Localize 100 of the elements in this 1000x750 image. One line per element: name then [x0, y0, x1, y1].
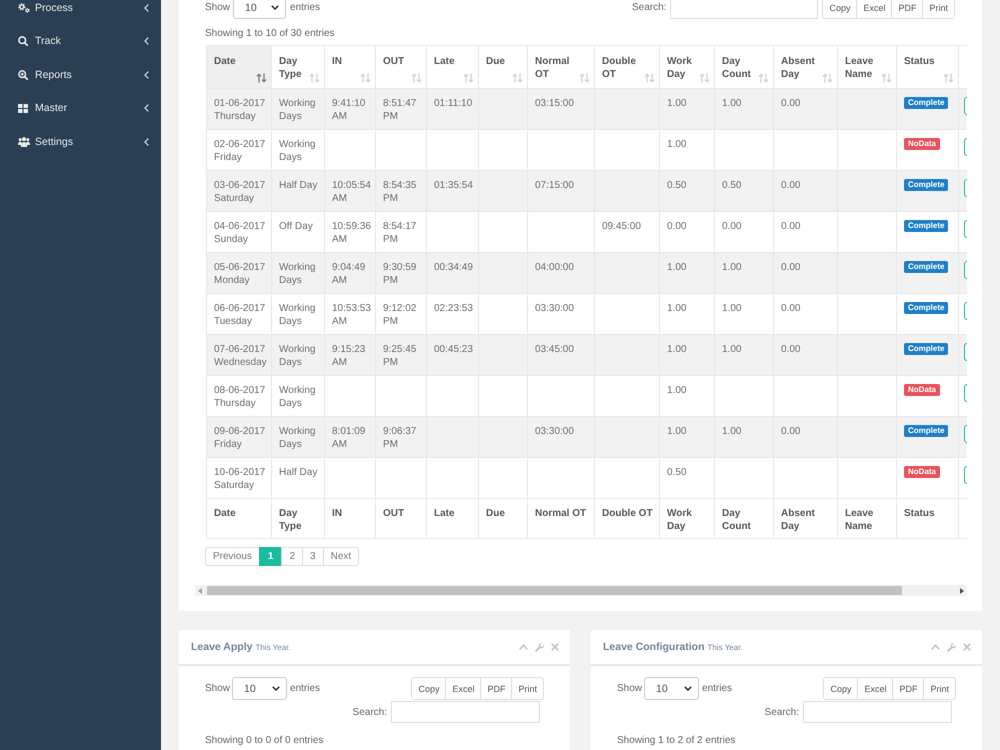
- sidebar-item[interactable]: Track: [0, 24, 161, 58]
- row-button[interactable]: [964, 138, 967, 156]
- sidebar-item[interactable]: Settings: [0, 125, 161, 158]
- table-cell: 9:41:10 AM: [324, 88, 376, 130]
- row-button[interactable]: [964, 97, 967, 115]
- row-button[interactable]: [964, 343, 967, 361]
- search-icon: [18, 36, 28, 46]
- panel-subtitle: This Year.: [255, 643, 291, 652]
- page-length-select[interactable]: 10: [232, 677, 288, 700]
- sort-icon: [758, 73, 769, 83]
- entries-label: entries: [702, 683, 732, 694]
- row-button[interactable]: [964, 179, 967, 197]
- chevron-up-icon[interactable]: [931, 644, 940, 650]
- sidebar-item[interactable]: Master: [0, 92, 161, 125]
- sort-icon: [699, 73, 710, 83]
- sidebar-item[interactable]: Process: [0, 0, 161, 24]
- table-cell: 0.00: [774, 170, 838, 212]
- column-header[interactable]: Date: [206, 46, 272, 88]
- sort-icon: [256, 73, 267, 83]
- table-cell: 9:15:23 AM: [324, 334, 376, 376]
- wrench-icon[interactable]: [535, 642, 544, 652]
- column-footer: IN: [324, 498, 376, 538]
- sort-icon: [644, 73, 655, 83]
- chevron-left-icon: [144, 70, 149, 79]
- table-cell: 9:04:49 AM: [324, 252, 376, 294]
- column-footer: Work Day: [660, 498, 714, 538]
- toolbar-button[interactable]: Excel: [445, 677, 482, 700]
- column-footer: Day Count: [714, 498, 774, 538]
- wrench-icon[interactable]: [947, 642, 956, 652]
- left-triangle-icon[interactable]: [198, 588, 202, 594]
- toolbar-button[interactable]: Print: [511, 677, 544, 700]
- toolbar-button[interactable]: Print: [923, 677, 956, 700]
- toolbar-button[interactable]: Excel: [857, 677, 894, 700]
- table-cell: 1.00: [660, 252, 714, 294]
- status-badge: NoData: [904, 138, 940, 150]
- column-footer: Date: [206, 498, 272, 538]
- next-button[interactable]: Next: [322, 547, 360, 566]
- table-cell: 1.00: [660, 334, 714, 376]
- right-triangle-icon[interactable]: [960, 588, 964, 594]
- search-field[interactable]: [803, 701, 952, 723]
- row-button[interactable]: [964, 384, 967, 402]
- sort-icon: [881, 73, 892, 83]
- toolbar-button[interactable]: PDF: [892, 677, 924, 700]
- status-badge: Complete: [904, 179, 948, 191]
- close-icon[interactable]: [963, 643, 971, 651]
- sort-icon: [463, 73, 474, 83]
- chevron-up-icon[interactable]: [519, 644, 528, 650]
- table-cell: 01:35:54: [426, 170, 478, 212]
- search-field[interactable]: [391, 701, 540, 723]
- row-button[interactable]: [964, 302, 967, 320]
- search-field[interactable]: [670, 0, 818, 19]
- sort-icon: [512, 73, 523, 83]
- page-length-select[interactable]: 10: [644, 677, 700, 700]
- chevron-left-icon: [144, 138, 149, 146]
- status-badge: Complete: [904, 261, 948, 273]
- column-footer: Late: [426, 498, 478, 538]
- row-button[interactable]: [964, 220, 967, 238]
- table-cell: 10-06-2017 Saturday: [206, 458, 272, 498]
- table-cell: 0.50: [660, 170, 714, 212]
- scrollbar-thumb[interactable]: [207, 586, 902, 595]
- table-cell: 0.00: [774, 416, 838, 458]
- page-button[interactable]: 2: [281, 547, 304, 566]
- table-cell: 9:30:59 PM: [376, 252, 426, 294]
- column-footer: Day Type: [272, 498, 324, 538]
- table-cell: 8:01:09 AM: [324, 416, 376, 458]
- table-cell: 1.00: [714, 416, 774, 458]
- table-cell: 1.00: [714, 88, 774, 130]
- toolbar-button[interactable]: Copy: [823, 677, 858, 700]
- page-length-select[interactable]: 10: [233, 0, 286, 19]
- previous-button[interactable]: Previous: [205, 547, 260, 566]
- table-cell: 0.50: [714, 170, 774, 212]
- row-button[interactable]: [964, 466, 967, 484]
- table-cell: 03:45:00: [528, 334, 594, 376]
- row-button[interactable]: [964, 425, 967, 443]
- sort-icon: [822, 73, 833, 83]
- close-icon[interactable]: [551, 643, 559, 651]
- horizontal-scrollbar[interactable]: [195, 585, 967, 596]
- table-cell: Working Days: [272, 416, 324, 458]
- caret-icon: [272, 686, 280, 691]
- table-cell: 1.00: [660, 416, 714, 458]
- table-cell: 9:25:45 PM: [376, 334, 426, 376]
- toolbar-button[interactable]: Copy: [411, 677, 446, 700]
- table-cell: Working Days: [272, 334, 324, 376]
- table-info: Showing 1 to 10 of 30 entries: [205, 27, 336, 41]
- panel-title: Leave Apply: [191, 641, 252, 653]
- table-cell: 0.50: [660, 458, 714, 498]
- caret-icon: [271, 5, 280, 10]
- toolbar-button[interactable]: PDF: [480, 677, 512, 700]
- table-info: Showing 0 to 0 of 0 entries: [205, 734, 324, 748]
- table-cell: Half Day: [272, 170, 324, 212]
- status-badge: Complete: [904, 343, 948, 355]
- table-cell: 04:00:00: [528, 252, 594, 294]
- toolbar-button[interactable]: Print: [922, 0, 955, 19]
- sort-icon: [943, 73, 954, 83]
- page-button[interactable]: 3: [302, 547, 324, 566]
- table-cell: 07:15:00: [528, 170, 594, 212]
- row-button[interactable]: [964, 261, 967, 279]
- toolbar-button[interactable]: Copy: [822, 0, 858, 19]
- sidebar-item[interactable]: Reports: [0, 58, 161, 92]
- chevron-left-icon: [144, 37, 149, 46]
